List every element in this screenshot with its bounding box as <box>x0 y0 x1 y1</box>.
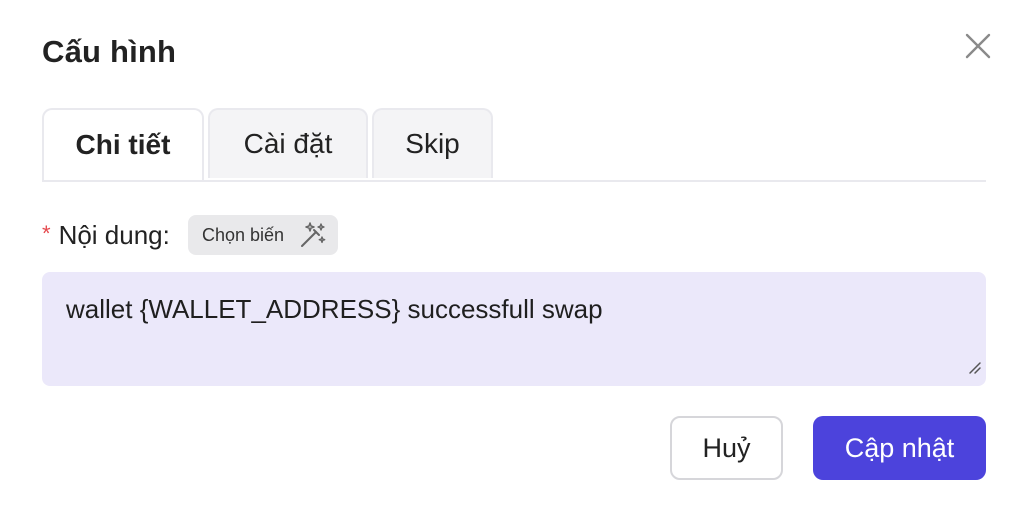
tab-skip[interactable]: Skip <box>372 108 493 178</box>
cancel-button-label: Huỷ <box>702 432 751 463</box>
required-marker: * <box>42 220 51 246</box>
choose-variable-button[interactable]: Chọn biến <box>188 215 338 255</box>
close-button[interactable] <box>962 30 994 62</box>
content-field-label: * Nội dung: <box>42 220 170 251</box>
content-text: wallet {WALLET_ADDRESS} successfull swap <box>66 294 603 324</box>
tab-bar: Chi tiết Cài đặt Skip <box>42 108 986 182</box>
content-label-text: Nội dung: <box>58 220 170 250</box>
update-button-label: Cập nhật <box>844 432 955 463</box>
update-button[interactable]: Cập nhật <box>813 416 986 480</box>
cancel-button[interactable]: Huỷ <box>670 416 783 480</box>
magic-wand-icon <box>298 221 328 254</box>
tab-label: Cài đặt <box>243 128 333 159</box>
resize-handle-icon[interactable] <box>966 351 982 382</box>
tab-settings[interactable]: Cài đặt <box>208 108 368 178</box>
dialog-title: Cấu hình <box>42 34 177 69</box>
config-dialog: Cấu hình Chi tiết Cài đặt Skip * Nội dun… <box>0 0 1020 516</box>
tab-label: Chi tiết <box>75 129 171 160</box>
content-textarea[interactable]: wallet {WALLET_ADDRESS} successfull swap <box>42 272 986 386</box>
tab-label: Skip <box>405 128 460 159</box>
choose-variable-label: Chọn biến <box>202 224 285 245</box>
close-icon <box>962 30 994 62</box>
tab-details[interactable]: Chi tiết <box>42 108 204 180</box>
